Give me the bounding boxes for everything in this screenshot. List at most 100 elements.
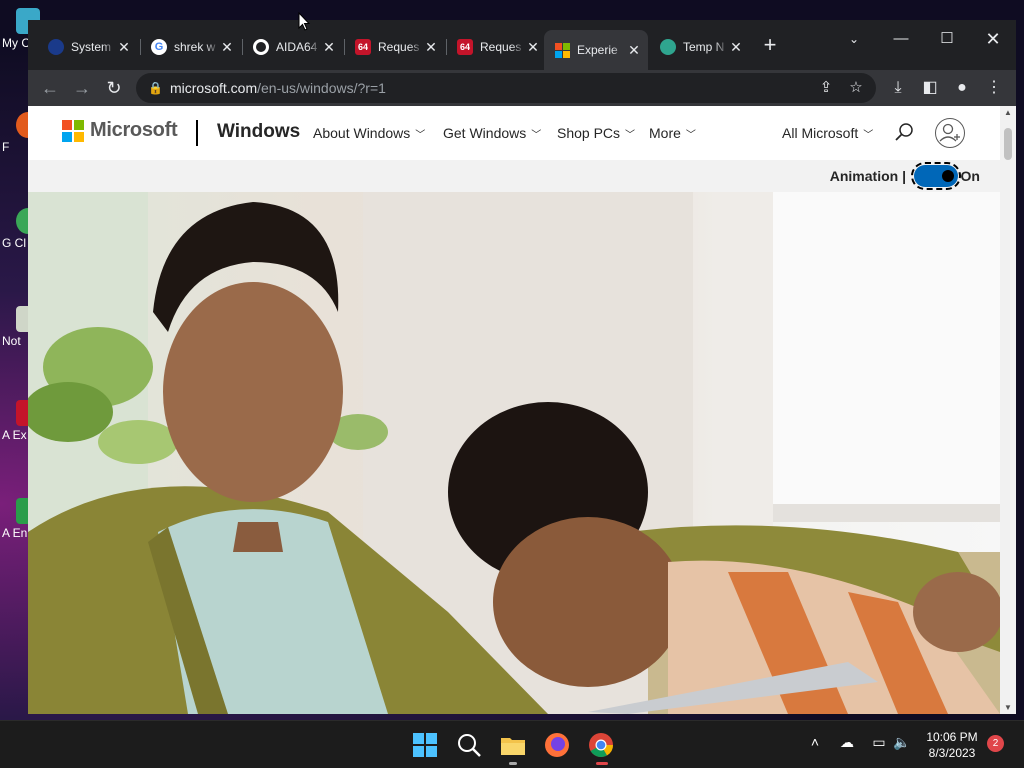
nav-get-windows[interactable]: Get Windows ﹀ <box>443 125 541 141</box>
side-panel-icon[interactable]: ◧ <box>918 76 942 100</box>
nav-all-microsoft[interactable]: All Microsoft ﹀ <box>782 125 873 141</box>
chevron-down-icon: ﹀ <box>625 130 636 141</box>
animation-toggle[interactable] <box>911 162 961 190</box>
running-indicator <box>509 762 517 765</box>
nav-about-windows[interactable]: About Windows ﹀ <box>313 125 425 141</box>
lock-icon: 🔒 <box>148 81 163 95</box>
sign-in-avatar-icon[interactable] <box>935 118 965 148</box>
minimize-icon[interactable]: — <box>881 25 921 53</box>
tab-title: shrek w <box>174 40 216 54</box>
scrollbar-thumb[interactable] <box>1004 128 1012 160</box>
aida64-favicon-icon: 64 <box>355 39 371 55</box>
close-tab-icon[interactable]: ✕ <box>525 39 541 56</box>
nav-shop-pcs[interactable]: Shop PCs ﹀ <box>557 125 635 141</box>
tab-title: Reques <box>378 40 420 54</box>
tab-title: Reques <box>480 40 522 54</box>
active-indicator <box>596 762 608 765</box>
nav-label: About Windows <box>313 125 411 141</box>
scroll-down-icon[interactable]: ▼ <box>1000 703 1016 712</box>
search-icon[interactable] <box>894 122 914 142</box>
animation-label: Animation | <box>829 168 906 184</box>
chevron-up-icon[interactable]: ˄ <box>804 734 826 750</box>
nav-label: Shop PCs <box>557 125 621 141</box>
animation-bar: Animation | On <box>28 160 1000 192</box>
page-scrollbar[interactable]: ▲ ▼ <box>1000 106 1016 714</box>
tab-request-2[interactable]: 64 Reques ✕ <box>447 32 547 62</box>
github-favicon-icon <box>253 39 269 55</box>
nav-label: Get Windows <box>443 125 527 141</box>
nav-more[interactable]: More ﹀ <box>649 125 696 141</box>
google-favicon-icon: G <box>151 39 167 55</box>
close-window-icon[interactable]: ✕ <box>973 25 1013 53</box>
tab-request-1[interactable]: 64 Reques ✕ <box>345 32 445 62</box>
clock-time: 10:06 PM <box>926 730 978 744</box>
file-explorer-icon[interactable] <box>499 731 527 759</box>
chevron-down-icon: ﹀ <box>863 130 874 141</box>
product-name[interactable]: Windows <box>217 121 300 143</box>
new-tab-button[interactable]: + <box>758 34 782 58</box>
page-viewport: Microsoft Windows About Windows ﹀ Get Win… <box>28 106 1016 714</box>
tab-system[interactable]: System ✕ <box>38 32 138 62</box>
forward-arrow-icon[interactable]: → <box>70 76 94 100</box>
address-bar[interactable]: 🔒 microsoft.com/en-us/windows/?r=1 ⇪ ☆ <box>136 73 876 103</box>
chevron-down-icon: ﹀ <box>685 130 696 141</box>
microsoft-favicon-icon <box>554 42 570 58</box>
browser-window: System ✕ G shrek w ✕ AIDA64 ✕ 64 Reques … <box>28 20 1016 714</box>
microsoft-logo-icon[interactable] <box>62 120 84 142</box>
cloud-offline-icon[interactable]: ☁ <box>836 734 858 751</box>
tab-search-chevron-icon[interactable]: ⌄ <box>834 25 874 53</box>
network-icon[interactable]: ▭ <box>868 734 890 751</box>
tab-title: Temp N <box>683 40 725 54</box>
chrome-icon[interactable] <box>587 731 615 759</box>
tab-title: AIDA64 <box>276 40 318 54</box>
close-tab-icon[interactable]: ✕ <box>321 39 337 56</box>
scroll-up-icon[interactable]: ▲ <box>1000 108 1016 117</box>
chevron-down-icon: ﹀ <box>415 130 426 141</box>
clock[interactable]: 10:06 PM 8/3/2023 <box>920 729 984 761</box>
taskbar: ˄ ☁ ▭ 🔈 10:06 PM 8/3/2023 2 <box>0 720 1024 768</box>
aida64-favicon-icon: 64 <box>457 39 473 55</box>
close-tab-icon[interactable]: ✕ <box>626 42 642 59</box>
hero-image <box>28 192 1000 714</box>
tempmail-favicon-icon <box>660 39 676 55</box>
site-header: Microsoft Windows About Windows ﹀ Get Win… <box>28 106 1016 160</box>
notification-badge[interactable]: 2 <box>987 735 1004 752</box>
close-tab-icon[interactable]: ✕ <box>728 39 744 56</box>
firefox-icon[interactable] <box>543 731 571 759</box>
profile-icon[interactable]: ● <box>950 76 974 100</box>
toggle-knob <box>942 170 954 182</box>
close-tab-icon[interactable]: ✕ <box>219 39 235 56</box>
tab-strip: System ✕ G shrek w ✕ AIDA64 ✕ 64 Reques … <box>28 20 1016 70</box>
header-divider <box>196 120 198 146</box>
clock-date: 8/3/2023 <box>928 746 976 760</box>
hero-photo-illustration <box>28 192 1000 714</box>
tab-title: System <box>71 40 112 54</box>
chevron-down-icon: ﹀ <box>531 130 542 141</box>
search-icon[interactable] <box>455 731 483 759</box>
reload-icon[interactable]: ↻ <box>102 76 126 100</box>
tab-aida64-github[interactable]: AIDA64 ✕ <box>243 32 343 62</box>
address-path: /en-us/windows/?r=1 <box>257 80 386 96</box>
close-tab-icon[interactable]: ✕ <box>116 39 132 56</box>
animation-state: On <box>960 168 980 184</box>
system-favicon-icon <box>48 39 64 55</box>
browser-toolbar: ← → ↻ 🔒 microsoft.com/en-us/windows/?r=1… <box>28 70 1016 106</box>
volume-icon[interactable]: 🔈 <box>891 734 913 751</box>
close-tab-icon[interactable]: ✕ <box>423 39 439 56</box>
tab-shrek[interactable]: G shrek w ✕ <box>141 32 241 62</box>
mouse-cursor-icon <box>298 12 310 31</box>
bookmark-star-icon[interactable]: ☆ <box>846 78 866 98</box>
nav-label: More <box>649 125 681 141</box>
tab-experience-windows[interactable]: Experie ✕ <box>544 30 648 70</box>
nav-label: All Microsoft <box>782 125 859 141</box>
back-arrow-icon[interactable]: ← <box>38 76 62 100</box>
brand-name[interactable]: Microsoft <box>90 119 178 142</box>
address-host: microsoft.com <box>170 80 258 96</box>
maximize-icon[interactable]: ☐ <box>927 25 967 53</box>
windows-start-icon[interactable] <box>411 731 439 759</box>
tab-temp-mail[interactable]: Temp N ✕ <box>650 32 750 62</box>
kebab-menu-icon[interactable]: ⋮ <box>982 76 1006 100</box>
download-icon[interactable]: ⤓ <box>886 76 910 100</box>
share-icon[interactable]: ⇪ <box>816 78 836 98</box>
tab-title: Experie <box>577 43 618 57</box>
